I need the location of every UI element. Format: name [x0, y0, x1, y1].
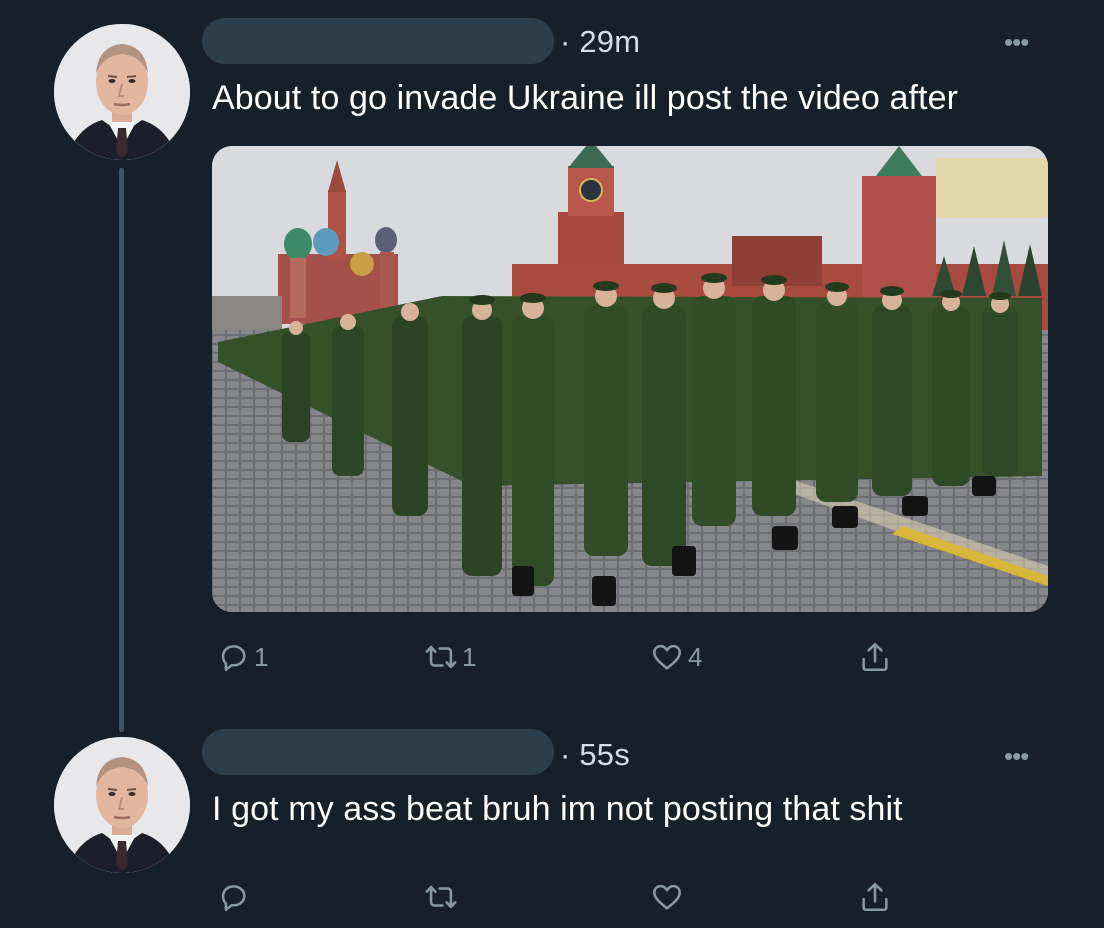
reply-icon: [221, 645, 246, 672]
share-icon: [862, 882, 888, 912]
share-button[interactable]: [858, 874, 892, 920]
like-count: 4: [688, 641, 703, 672]
like-icon: [652, 644, 682, 670]
tweet-text: I got my ass beat bruh im not posting th…: [212, 790, 903, 828]
more-icon[interactable]: •••: [1004, 29, 1029, 55]
tweet-actions: 1 1 4: [0, 634, 1104, 684]
share-button[interactable]: [858, 634, 892, 680]
like-icon: [652, 884, 682, 910]
reply-count: 1: [254, 641, 269, 672]
tweet-text: About to go invade Ukraine ill post the …: [212, 79, 958, 117]
username-blurred[interactable]: [202, 18, 554, 64]
more-icon[interactable]: •••: [1004, 743, 1029, 769]
like-button[interactable]: 4: [650, 634, 702, 680]
avatar[interactable]: [54, 737, 190, 873]
retweet-icon: [425, 885, 457, 909]
retweet-icon: [425, 645, 457, 669]
reply-icon: [221, 885, 246, 912]
reply-button[interactable]: 1: [216, 634, 268, 680]
retweet-count: 1: [462, 641, 477, 672]
share-icon: [862, 642, 888, 672]
tweet-timestamp[interactable]: · 29m: [560, 24, 640, 60]
like-button[interactable]: [650, 874, 684, 920]
retweet-button[interactable]: 1: [424, 634, 476, 680]
tweet-actions: [0, 874, 1104, 924]
username-blurred[interactable]: [202, 729, 554, 775]
retweet-button[interactable]: [424, 874, 458, 920]
reply-button[interactable]: [216, 874, 250, 920]
avatar[interactable]: [54, 24, 190, 160]
tweet[interactable]: · 55s ••• I got my ass beat bruh im not …: [0, 720, 1104, 928]
tweet-timestamp[interactable]: · 55s: [560, 737, 630, 773]
tweet[interactable]: · 29m ••• About to go invade Ukraine ill…: [0, 0, 1104, 720]
tweet-photo[interactable]: [212, 146, 1048, 612]
